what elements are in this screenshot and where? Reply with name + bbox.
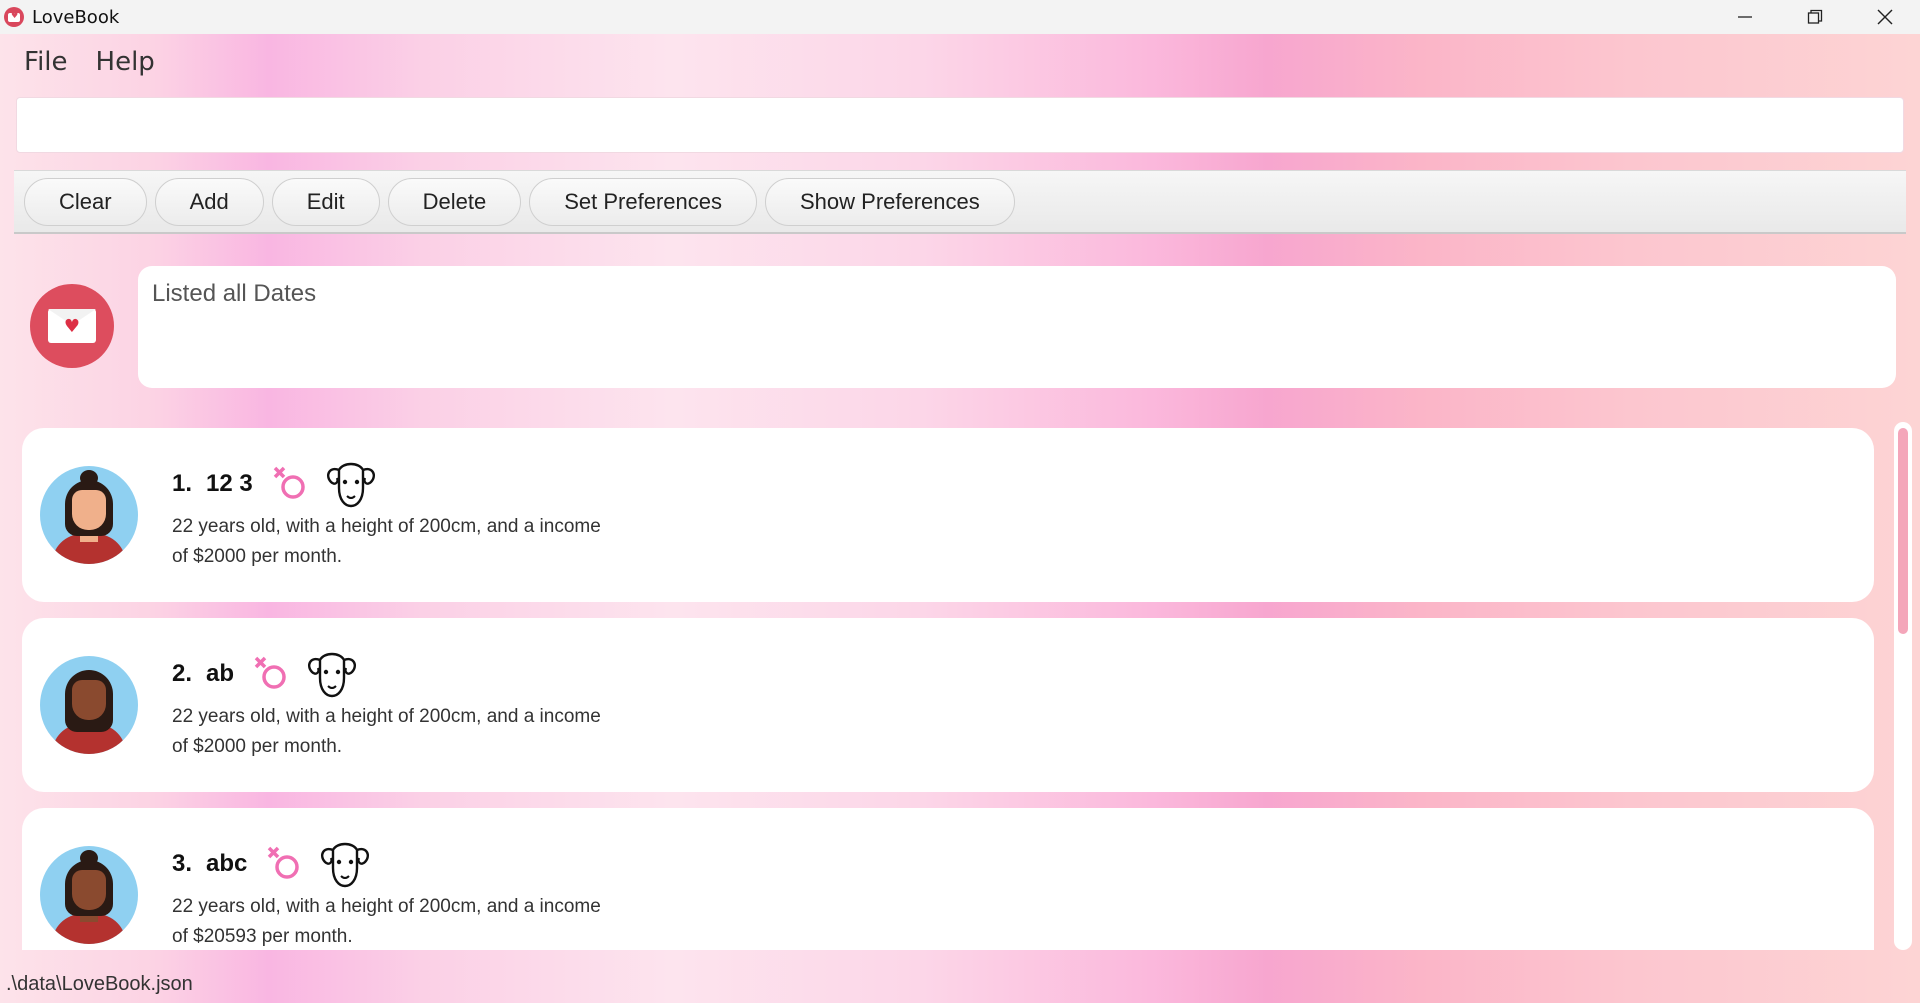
description-line: of $20593 per month.	[172, 926, 353, 947]
edit-button[interactable]: Edit	[271, 177, 380, 226]
close-icon[interactable]	[1850, 0, 1920, 34]
clear-button[interactable]: Clear	[24, 177, 147, 226]
title-bar: LoveBook	[0, 0, 1920, 34]
date-name: abc	[206, 850, 248, 877]
date-description: 22 years old, with a height of 200cm, an…	[172, 892, 632, 950]
date-description: 22 years old, with a height of 200cm, an…	[172, 512, 632, 572]
set-preferences-button[interactable]: Set Preferences	[529, 177, 757, 226]
avatar	[40, 656, 138, 754]
female-symbol-icon	[273, 466, 305, 499]
avatar	[40, 466, 138, 564]
add-button[interactable]: Add	[154, 177, 264, 226]
date-list: 1. 12 3 22 years old, with a height of 2…	[10, 414, 1916, 950]
toolbar: Clear Add Edit Delete Set Preferences Sh…	[14, 170, 1906, 234]
app-icon	[4, 7, 24, 27]
menu-bar: File Help	[0, 40, 159, 84]
female-symbol-icon	[254, 656, 286, 689]
date-name: ab	[206, 660, 235, 687]
result-area: ♥ Listed all Dates	[0, 262, 1920, 402]
menu-file[interactable]: File	[24, 47, 68, 77]
restore-icon[interactable]	[1780, 0, 1850, 34]
date-title: 2. ab	[172, 648, 360, 700]
description-line: 22 years old, with a height of 200cm, an…	[172, 516, 601, 537]
female-symbol-icon	[268, 846, 300, 879]
description-line: 22 years old, with a height of 200cm, an…	[172, 896, 601, 917]
aries-ram-icon	[321, 842, 370, 888]
avatar	[40, 846, 138, 944]
date-card[interactable]: 3. abc 22 years old, with a height of 20…	[22, 808, 1874, 950]
date-index: 1.	[172, 470, 193, 497]
delete-button[interactable]: Delete	[387, 177, 522, 226]
save-location: .\data\LoveBook.json	[6, 973, 193, 995]
date-index: 3.	[172, 850, 193, 877]
command-input[interactable]	[16, 97, 1904, 153]
date-card[interactable]: 2. ab 22 years old, with a height of 200…	[22, 618, 1874, 792]
minimize-icon[interactable]	[1710, 0, 1780, 34]
scroll-thumb[interactable]	[1898, 428, 1908, 634]
aries-ram-icon	[326, 462, 375, 508]
date-description: 22 years old, with a height of 200cm, an…	[172, 702, 632, 762]
description-line: of $2000 per month.	[172, 736, 343, 757]
envelope-heart-icon: ♥	[30, 284, 114, 368]
date-title: 3. abc	[172, 838, 373, 890]
menu-help[interactable]: Help	[96, 47, 155, 77]
date-card[interactable]: 1. 12 3 22 years old, with a height of 2…	[22, 428, 1874, 602]
show-preferences-button[interactable]: Show Preferences	[765, 177, 1015, 226]
date-index: 2.	[172, 660, 193, 687]
description-line: 22 years old, with a height of 200cm, an…	[172, 706, 601, 727]
date-name: 12 3	[206, 470, 253, 497]
window-title: LoveBook	[32, 6, 120, 28]
aries-ram-icon	[308, 652, 356, 698]
status-bar: .\data\LoveBook.json	[0, 966, 1920, 1003]
result-display: Listed all Dates	[138, 266, 1896, 388]
window-controls	[1710, 0, 1920, 34]
description-line: of $2000 per month.	[172, 546, 343, 567]
date-title: 1. 12 3	[172, 458, 379, 510]
list-scrollbar[interactable]	[1894, 422, 1912, 950]
